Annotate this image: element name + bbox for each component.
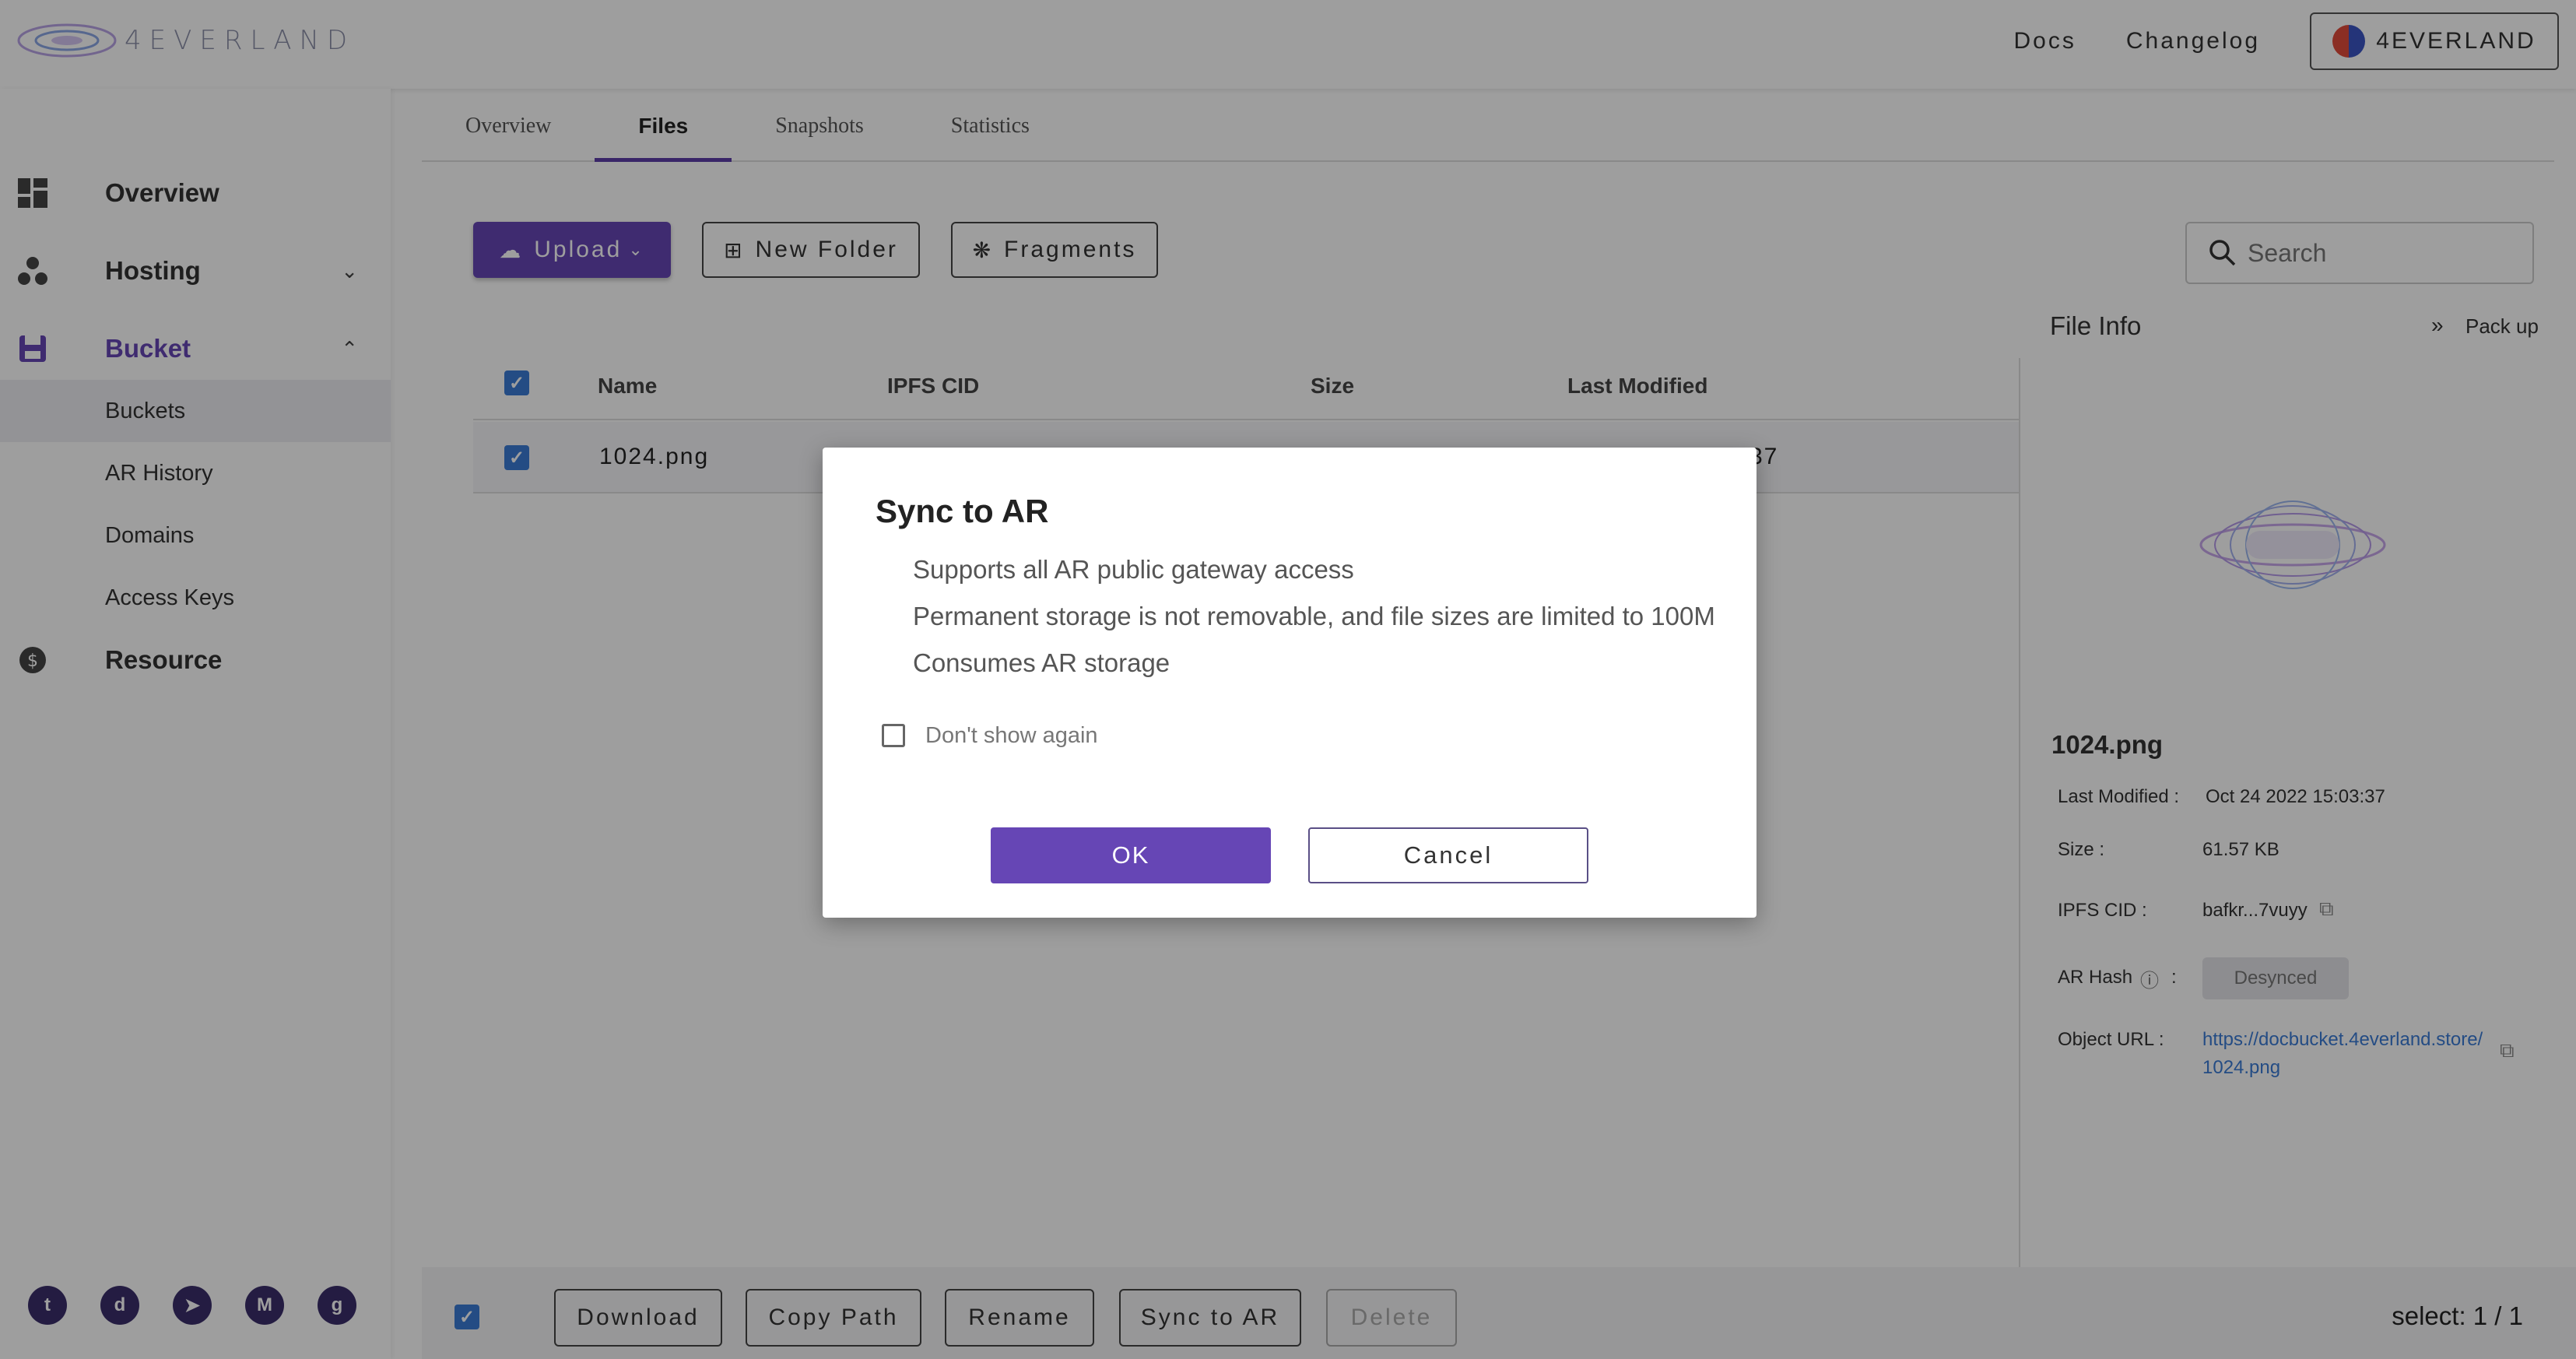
dont-show-again-checkbox[interactable] — [882, 724, 905, 747]
dialog-line: Permanent storage is not removable, and … — [913, 602, 1715, 630]
cancel-button[interactable]: Cancel — [1308, 827, 1588, 883]
dialog-title: Sync to AR — [876, 493, 1049, 529]
dialog-line: Consumes AR storage — [913, 648, 1170, 677]
dont-show-again-label[interactable]: Don't show again — [925, 723, 1098, 749]
dialog-line: Supports all AR public gateway access — [913, 555, 1354, 584]
ok-button[interactable]: OK — [991, 827, 1271, 883]
sync-to-ar-dialog: Sync to AR Supports all AR public gatewa… — [823, 448, 1757, 918]
